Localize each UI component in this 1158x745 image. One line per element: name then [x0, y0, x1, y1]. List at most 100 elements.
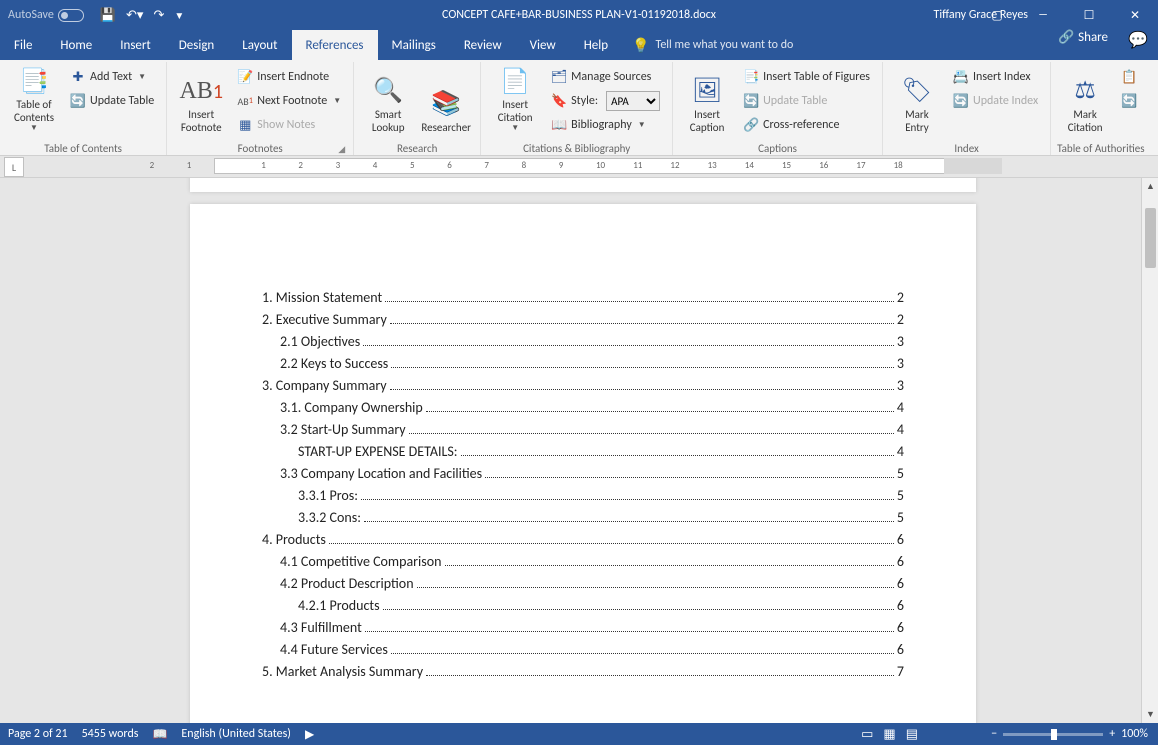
toc-page: 5 [897, 465, 904, 482]
web-layout-icon[interactable]: ▤ [906, 727, 918, 742]
save-icon[interactable]: 💾 [100, 8, 116, 23]
language-indicator[interactable]: English (United States) [181, 727, 291, 741]
tab-view[interactable]: View [516, 30, 570, 60]
insert-endnote-button[interactable]: 📝Insert Endnote [233, 66, 345, 88]
vertical-scrollbar[interactable]: ▲ ▼ [1141, 178, 1158, 723]
tab-insert[interactable]: Insert [106, 30, 165, 60]
manage-sources-button[interactable]: 🗂Manage Sources [547, 66, 664, 88]
dialog-launcher-icon[interactable]: ◢ [338, 144, 345, 155]
insert-index-icon: 📇 [953, 69, 969, 85]
autosave-toggle[interactable]: AutoSave [0, 8, 92, 22]
comments-button[interactable]: 💬 [1128, 30, 1148, 50]
table-of-contents-button[interactable]: 📑 Table of Contents ▼ [8, 66, 60, 136]
qat-customize-icon[interactable]: ▼ [174, 9, 184, 22]
tab-review[interactable]: Review [450, 30, 516, 60]
citation-style-select[interactable]: 🔖Style:APA [547, 90, 664, 112]
endnote-icon: 📝 [237, 69, 253, 85]
tab-design[interactable]: Design [165, 30, 228, 60]
researcher-button[interactable]: 📚Researcher [420, 66, 472, 136]
zoom-level[interactable]: 100% [1121, 727, 1148, 741]
read-mode-icon[interactable]: ▭ [861, 727, 873, 742]
page[interactable]: 1. Mission Statement2 2. Executive Summar… [190, 204, 976, 723]
tab-selector[interactable]: L [4, 157, 24, 177]
toc-entry[interactable]: 4.2.1 Products6 [262, 597, 904, 614]
tab-references[interactable]: References [292, 30, 378, 60]
ruler[interactable]: L 21123456789101112131415161718 [0, 156, 1158, 178]
cross-reference-button[interactable]: 🔗Cross-reference [739, 114, 874, 136]
scroll-up-icon[interactable]: ▲ [1142, 178, 1158, 195]
tab-home[interactable]: Home [46, 30, 106, 60]
scroll-thumb[interactable] [1145, 208, 1156, 268]
share-button[interactable]: 🔗 Share [1058, 30, 1108, 45]
toc-entry[interactable]: 3.2 Start-Up Summary4 [262, 421, 904, 438]
scroll-down-icon[interactable]: ▼ [1142, 706, 1158, 723]
toc-text: 3. Company Summary [262, 377, 387, 394]
spellcheck-button[interactable]: 📖 [152, 727, 167, 742]
document-area[interactable]: 1. Mission Statement2 2. Executive Summar… [0, 178, 1158, 723]
style-dropdown[interactable]: APA [606, 91, 660, 111]
page-indicator[interactable]: Page 2 of 21 [8, 727, 68, 741]
toc-entry[interactable]: 2. Executive Summary2 [262, 311, 904, 328]
toc-entry[interactable]: 3.3 Company Location and Facilities5 [262, 465, 904, 482]
toc-entry[interactable]: 2.2 Keys to Success3 [262, 355, 904, 372]
ruler-tick: 2 [150, 160, 155, 171]
toc-entry[interactable]: 4.4 Future Services6 [262, 641, 904, 658]
toc-entry[interactable]: START-UP EXPENSE DETAILS:4 [262, 443, 904, 460]
update-table-button[interactable]: 🔄Update Table [66, 90, 158, 112]
toc-entry[interactable]: 2.1 Objectives3 [262, 333, 904, 350]
tell-me[interactable]: 💡 Tell me what you want to do [632, 30, 793, 60]
insert-footnote-button[interactable]: AB1 Insert Footnote [175, 66, 227, 136]
minimize-button[interactable]: ― [1020, 0, 1066, 30]
toc-label: Table of Contents [14, 98, 54, 124]
word-count[interactable]: 5455 words [82, 727, 139, 741]
update-tof-icon: 🔄 [743, 93, 759, 109]
tab-layout[interactable]: Layout [228, 30, 291, 60]
toc-entry[interactable]: 1. Mission Statement2 [262, 289, 904, 306]
zoom-in-button[interactable]: + [1109, 727, 1115, 741]
tab-file[interactable]: File [0, 30, 46, 60]
bibliography-button[interactable]: 📖Bibliography▼ [547, 114, 664, 136]
titlebar: AutoSave 💾 ↶▾ ↷ ▼ CONCEPT CAFE+BAR-BUSIN… [0, 0, 1158, 30]
mark-citation-button[interactable]: ⚖Mark Citation [1059, 66, 1111, 136]
zoom-controls: − + 100% [991, 727, 1148, 741]
zoom-slider[interactable] [1003, 733, 1103, 736]
footnote-icon: AB1 [179, 76, 222, 108]
next-footnote-button[interactable]: AB1Next Footnote▼ [233, 90, 345, 112]
toc-entry[interactable]: 3.3.1 Pros:5 [262, 487, 904, 504]
show-notes-button: ▦Show Notes [233, 114, 345, 136]
zoom-out-button[interactable]: − [991, 727, 997, 741]
insert-index-button[interactable]: 📇Insert Index [949, 66, 1042, 88]
macro-button[interactable]: ▶ [305, 727, 314, 742]
add-text-button[interactable]: ✚Add Text▼ [66, 66, 158, 88]
maximize-button[interactable]: ☐ [1066, 0, 1112, 30]
toc-entry[interactable]: 4.2 Product Description6 [262, 575, 904, 592]
mark-entry-button[interactable]: 🏷Mark Entry [891, 66, 943, 136]
toc-entry[interactable]: 3. Company Summary3 [262, 377, 904, 394]
toc-entry[interactable]: 4. Products6 [262, 531, 904, 548]
ruler-tick: 14 [745, 160, 754, 171]
toc-leader [426, 411, 894, 412]
ribbon-display-icon[interactable]: ▢ [974, 0, 1020, 30]
toc-leader [417, 587, 894, 588]
tab-mailings[interactable]: Mailings [378, 30, 450, 60]
toc-entry[interactable]: 4.1 Competitive Comparison6 [262, 553, 904, 570]
toc-text: 3.3.1 Pros: [298, 487, 358, 504]
toc-entry[interactable]: 5. Market Analysis Summary7 [262, 663, 904, 680]
horizontal-ruler[interactable]: 21123456789101112131415161718 [24, 156, 1158, 177]
print-layout-icon[interactable]: ▦ [883, 727, 895, 742]
undo-icon[interactable]: ↶▾ [126, 8, 143, 23]
insert-caption-button[interactable]: 🖼Insert Caption [681, 66, 733, 136]
toc-entry[interactable]: 3.3.2 Cons:5 [262, 509, 904, 526]
toc-entry[interactable]: 4.3 Fulfillment6 [262, 619, 904, 636]
tab-help[interactable]: Help [570, 30, 622, 60]
toc-entry[interactable]: 3.1. Company Ownership4 [262, 399, 904, 416]
insert-citation-button[interactable]: 📄Insert Citation▼ [489, 66, 541, 136]
update-index-icon: 🔄 [953, 93, 969, 109]
ruler-tick: 1 [261, 160, 266, 171]
smart-lookup-button[interactable]: 🔍Smart Lookup [362, 66, 414, 136]
close-button[interactable]: ✕ [1112, 0, 1158, 30]
toc-leader [361, 499, 894, 500]
insert-tof-button[interactable]: 📑Insert Table of Figures [739, 66, 874, 88]
redo-icon[interactable]: ↷ [153, 8, 164, 23]
toc-leader [409, 433, 894, 434]
